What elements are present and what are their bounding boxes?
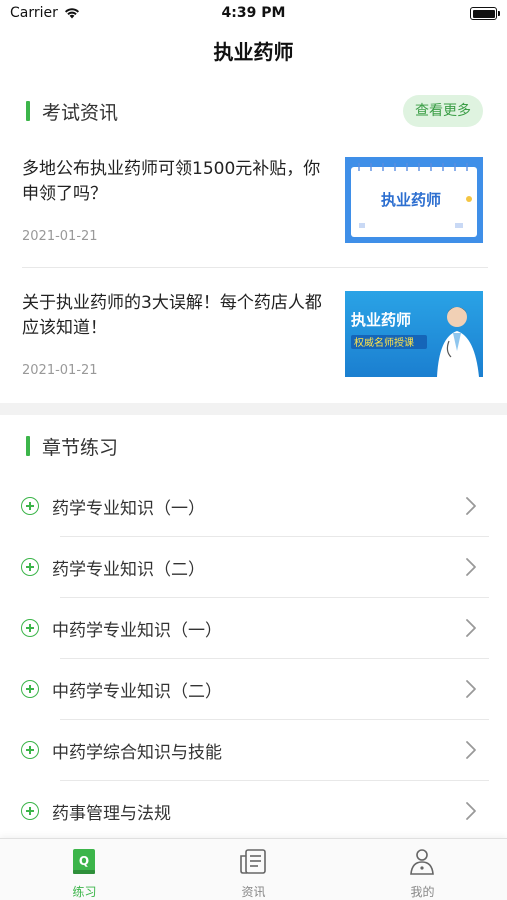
tab-news[interactable]: 资讯 [169, 839, 338, 900]
news-section-header: 考试资讯 查看更多 [0, 91, 507, 131]
plus-circle-icon [21, 619, 39, 637]
tab-profile[interactable]: 我的 [338, 839, 507, 900]
tab-label: 资讯 [241, 885, 266, 899]
section-accent-bar [26, 101, 30, 121]
chapter-label: 中药学专业知识（一） [52, 621, 222, 641]
plus-circle-icon [21, 802, 39, 820]
news-item[interactable]: 多地公布执业药师可领1500元补贴，你申领了吗？ 2021-01-21 执业药师 [0, 157, 507, 281]
news-icon [240, 849, 266, 874]
chevron-right-icon [466, 680, 476, 698]
chevron-right-icon [466, 619, 476, 637]
profile-icon [410, 849, 434, 875]
news-section-title: 考试资讯 [42, 102, 119, 124]
plus-circle-icon [21, 558, 39, 576]
chapter-label: 中药学综合知识与技能 [52, 743, 222, 763]
view-more-button[interactable]: 查看更多 [403, 95, 483, 127]
chevron-right-icon [466, 497, 476, 515]
news-thumbnail: 执业药师 [345, 157, 483, 243]
plus-circle-icon [21, 741, 39, 759]
battery-icon [470, 7, 500, 20]
chapter-item[interactable]: 中药学专业知识（二） [0, 659, 507, 720]
svg-text:执业药师: 执业药师 [351, 311, 411, 329]
pharmacist-thumbnail-image: 执业药师 权威名师授课 [345, 291, 483, 377]
svg-text:Q: Q [79, 854, 89, 868]
chapter-label: 中药学专业知识（二） [52, 682, 222, 702]
svg-text:执业药师: 执业药师 [381, 191, 441, 209]
section-accent-bar [26, 436, 30, 456]
plus-circle-icon [21, 680, 39, 698]
chapter-item[interactable]: 药学专业知识（二） [0, 537, 507, 598]
chevron-right-icon [466, 558, 476, 576]
page-title: 执业药师 [213, 40, 294, 64]
section-separator [0, 403, 507, 415]
chapter-item[interactable]: 药事管理与法规 [0, 781, 507, 842]
chevron-right-icon [466, 741, 476, 759]
chapter-item[interactable]: 中药学综合知识与技能 [0, 720, 507, 781]
practice-book-icon: Q [73, 849, 95, 874]
plus-circle-icon [21, 497, 39, 515]
notebook-thumbnail-image: 执业药师 [345, 157, 483, 243]
news-thumbnail: 执业药师 权威名师授课 [345, 291, 483, 377]
tab-label: 我的 [410, 885, 435, 899]
status-time: 4:39 PM [221, 5, 286, 21]
chapter-item[interactable]: 药学专业知识（一） [0, 476, 507, 537]
news-date: 2021-01-21 [22, 229, 98, 244]
news-title: 关于执业药师的3大误解！每个药店人都应该知道！ [22, 293, 322, 338]
divider [22, 267, 488, 268]
news-item[interactable]: 关于执业药师的3大误解！每个药店人都应该知道！ 2021-01-21 执业药师 … [0, 291, 507, 415]
svg-text:权威名师授课: 权威名师授课 [354, 336, 414, 349]
chapter-label: 药学专业知识（二） [52, 560, 205, 580]
news-date: 2021-01-21 [22, 363, 98, 378]
tab-label: 练习 [72, 885, 97, 899]
chapter-section-title: 章节练习 [42, 437, 119, 459]
chapter-label: 药事管理与法规 [52, 804, 171, 824]
news-title: 多地公布执业药师可领1500元补贴，你申领了吗？ [22, 159, 321, 204]
tab-bar: Q 练习 资讯 我的 [0, 838, 507, 900]
status-bar: Carrier 4:39 PM [0, 0, 507, 30]
chevron-right-icon [466, 802, 476, 820]
chapter-label: 药学专业知识（一） [52, 499, 205, 519]
chapter-item[interactable]: 中药学专业知识（一） [0, 598, 507, 659]
tab-practice[interactable]: Q 练习 [0, 839, 169, 900]
chapter-section-header: 章节练习 [0, 426, 507, 466]
